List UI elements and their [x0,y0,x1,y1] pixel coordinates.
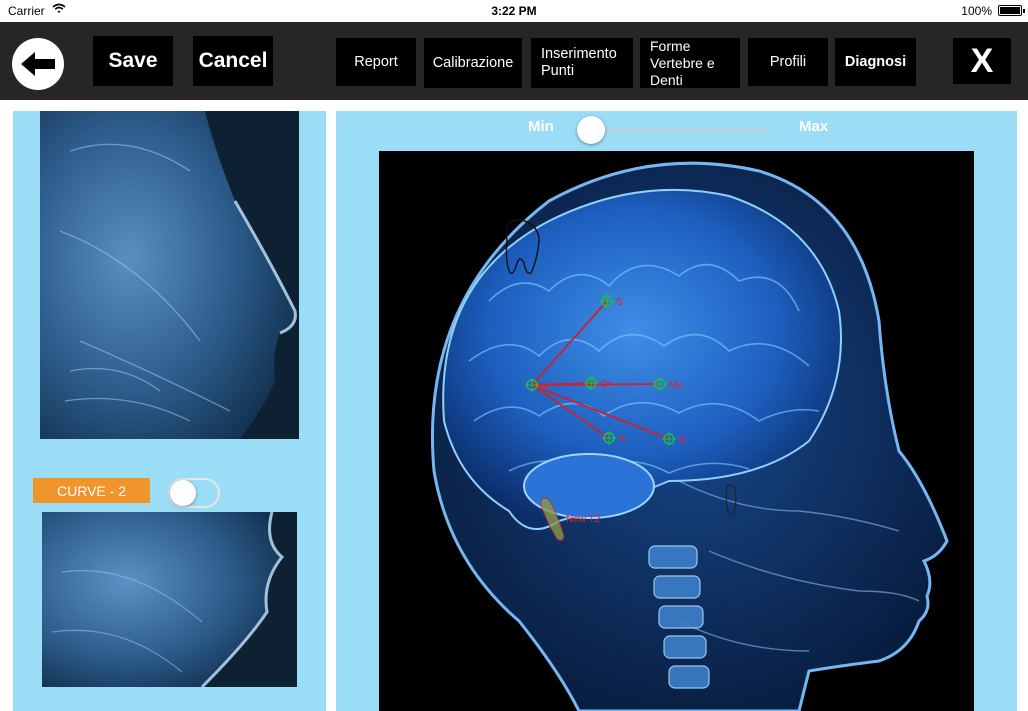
slider-min-label: Min [528,118,554,135]
svg-text:S: S [616,297,623,308]
save-button[interactable]: Save [93,36,173,86]
battery-icon [998,5,1025,16]
toolbar: Save Cancel Report Calibrazione Inserime… [0,22,1028,100]
curve-toggle[interactable] [168,478,220,508]
svg-text:Or: Or [600,379,612,390]
status-bar: Carrier 3:22 PM 100% [0,0,1028,22]
clock-label: 3:22 PM [491,4,537,18]
svg-text:New T2: New T2 [566,514,601,525]
calibration-button[interactable]: Calibrazione [424,38,522,88]
head-xray-graphic: S N Or Me A B New T2 [379,151,974,711]
toggle-knob [170,480,196,506]
chin-xray-image [42,512,297,687]
svg-text:N: N [540,381,547,392]
diagnosis-button[interactable]: Diagnosi [835,38,916,86]
back-arrow-icon [18,49,58,79]
cancel-button[interactable]: Cancel [193,36,273,86]
zoom-slider-track[interactable] [592,130,772,132]
close-button[interactable]: X [953,38,1011,84]
curve-label: CURVE - 2 [33,478,150,503]
close-icon: X [970,41,994,80]
profile-xray-image [40,111,299,439]
battery-percent: 100% [961,4,992,18]
report-button[interactable]: Report [336,38,416,86]
shapes-button[interactable]: Forme Vertebre e Denti [640,38,740,88]
svg-text:Me: Me [669,380,683,391]
slider-max-label: Max [799,118,829,135]
back-button[interactable] [12,38,64,90]
landmark-me[interactable]: Me [653,377,683,391]
zoom-slider-thumb[interactable] [577,116,605,144]
svg-text:A: A [619,434,626,445]
cephalometric-canvas[interactable]: S N Or Me A B New T2 [379,151,974,711]
insert-points-button[interactable]: Inserimento Punti [531,38,633,88]
svg-text:B: B [679,435,686,446]
profiles-button[interactable]: Profili [748,38,828,86]
